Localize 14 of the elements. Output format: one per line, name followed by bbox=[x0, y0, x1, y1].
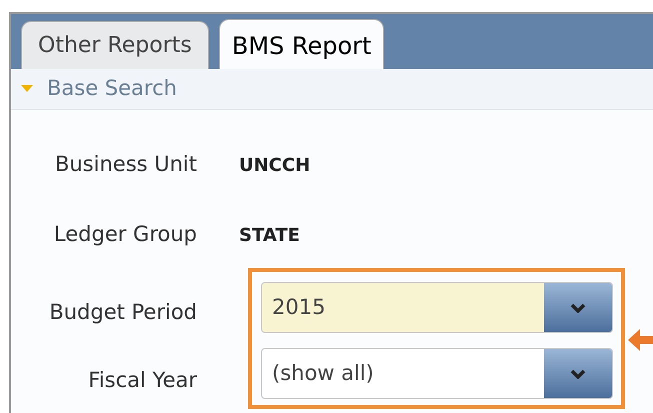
field-value: STATE bbox=[239, 224, 300, 248]
section-header[interactable]: Base Search bbox=[11, 69, 653, 110]
field-value: UNCCH bbox=[239, 154, 310, 178]
field-label: Budget Period bbox=[48, 299, 197, 326]
field-label: Fiscal Year bbox=[87, 367, 197, 394]
tab[interactable]: Other Reports bbox=[21, 21, 209, 69]
field-label: Ledger Group bbox=[52, 221, 197, 248]
dropdown-field[interactable]: (show all) bbox=[261, 348, 613, 399]
tab[interactable]: BMS Report bbox=[218, 19, 384, 71]
field-label: Business Unit bbox=[54, 151, 197, 178]
dropdown-value: 2015 bbox=[271, 294, 326, 321]
dropdown-field[interactable]: 2015 bbox=[261, 282, 613, 333]
dropdown-value: (show all) bbox=[271, 360, 375, 387]
section-title: Base Search bbox=[47, 75, 177, 102]
